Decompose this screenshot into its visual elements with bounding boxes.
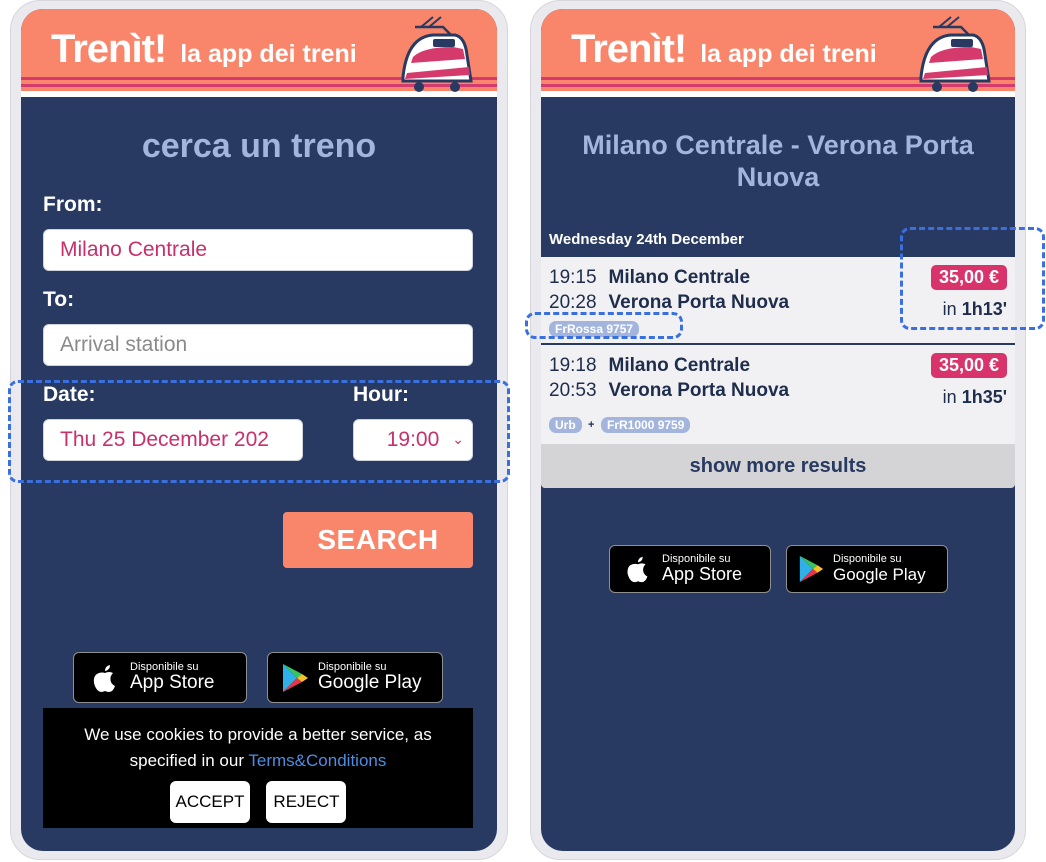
duration: in 1h35' <box>943 387 1007 408</box>
google-play-badge[interactable]: Disponibile su Google Play <box>267 652 443 703</box>
cookie-banner: We use cookies to provide a better servi… <box>43 708 473 828</box>
google-play-label: Google Play <box>318 672 422 694</box>
date-label: Date: <box>43 383 96 406</box>
apple-icon <box>627 556 648 583</box>
search-screen: Trenìt! la app dei treni cerca un treno … <box>21 9 497 851</box>
arrival-line: 20:28 Verona Porta Nuova <box>549 292 789 314</box>
accept-button[interactable]: ACCEPT <box>169 781 251 823</box>
reject-button[interactable]: REJECT <box>266 781 347 823</box>
result-item[interactable]: 19:15 Milano Centrale 20:28 Verona Porta N… <box>541 255 1015 343</box>
price-badge: 35,00 € <box>930 353 1007 378</box>
app-store-label: App Store <box>662 564 743 585</box>
dep-station: Milano Centrale <box>608 355 751 376</box>
brand-tagline-results: la app dei treni <box>700 40 877 68</box>
duration-value: 1h35' <box>961 387 1007 407</box>
brand-logo-results: Trenìt! la app dei treni <box>571 27 877 72</box>
brand-name-results: Trenìt! <box>571 27 687 71</box>
arr-time: 20:28 <box>549 292 597 313</box>
results-screen: Trenìt! la app dei treni Milano Centrale… <box>541 9 1015 851</box>
duration-value: 1h13' <box>961 299 1007 319</box>
results-date: Wednesday 24th December <box>549 231 744 248</box>
chevron-down-icon: ⌄ <box>452 431 464 447</box>
terms-link[interactable]: Terms&Conditions <box>248 751 386 770</box>
arr-station: Verona Porta Nuova <box>608 380 790 401</box>
google-play-label: Google Play <box>833 564 926 584</box>
app-store-label: App Store <box>130 672 215 694</box>
app-store-badge[interactable]: Disponibile su App Store <box>609 545 771 593</box>
train-tag: FrR1000 9759 <box>601 417 691 433</box>
google-play-badge[interactable]: Disponibile su Google Play <box>786 545 948 593</box>
show-more-button[interactable]: show more results <box>541 444 1015 488</box>
hour-label: Hour: <box>353 383 409 406</box>
app-header: Trenìt! la app dei treni <box>21 9 497 97</box>
departure-line: 19:15 Milano Centrale <box>549 267 750 289</box>
duration-prefix: in <box>942 299 957 319</box>
hour-select[interactable]: 19:00 ⌄ <box>353 419 473 461</box>
date-input[interactable]: Thu 25 December 202 <box>43 419 303 461</box>
duration-prefix: in <box>942 387 957 407</box>
phone-frame-results: Trenìt! la app dei treni Milano Centrale… <box>530 0 1026 860</box>
train-tag: FrRossa 9757 <box>549 321 640 337</box>
brand-tagline: la app dei treni <box>180 40 357 68</box>
google-play-icon <box>799 555 824 583</box>
route-title: Milano Centrale - Verona Porta Nuova <box>582 130 974 193</box>
departure-line: 19:18 Milano Centrale <box>549 355 750 377</box>
from-input[interactable]: Milano Centrale <box>43 229 473 271</box>
app-header-results: Trenìt! la app dei treni <box>541 9 1015 97</box>
arr-time: 20:53 <box>549 380 597 401</box>
from-label: From: <box>43 193 103 216</box>
to-input[interactable]: Arrival station <box>43 324 473 366</box>
google-play-icon <box>283 663 308 692</box>
brand-logo: Trenìt! la app dei treni <box>51 27 357 72</box>
dep-station: Milano Centrale <box>608 267 751 288</box>
apple-icon <box>93 664 115 692</box>
search-button[interactable]: SEARCH <box>283 512 473 568</box>
arrival-line: 20:53 Verona Porta Nuova <box>549 380 789 402</box>
hour-value: 19:00 <box>386 428 440 451</box>
brand-name: Trenìt! <box>51 27 167 71</box>
dep-time: 19:18 <box>549 355 597 376</box>
tag-plus: + <box>588 419 595 431</box>
cookie-message-wrap: We use cookies to provide a better servi… <box>43 722 473 773</box>
dep-time: 19:15 <box>549 267 597 288</box>
price-badge: 35,00 € <box>930 265 1007 290</box>
train-icon <box>401 16 473 92</box>
to-label: To: <box>43 288 75 311</box>
phone-frame-search: Trenìt! la app dei treni cerca un treno … <box>10 0 508 860</box>
app-store-badge[interactable]: Disponibile su App Store <box>73 652 247 703</box>
page-title: cerca un treno <box>141 127 377 165</box>
train-tag: Urb <box>549 417 582 433</box>
arr-station: Verona Porta Nuova <box>608 292 790 313</box>
duration: in 1h13' <box>943 299 1007 320</box>
result-item[interactable]: 19:18 Milano Centrale 20:53 Verona Porta N… <box>541 343 1015 444</box>
train-icon <box>919 16 991 92</box>
